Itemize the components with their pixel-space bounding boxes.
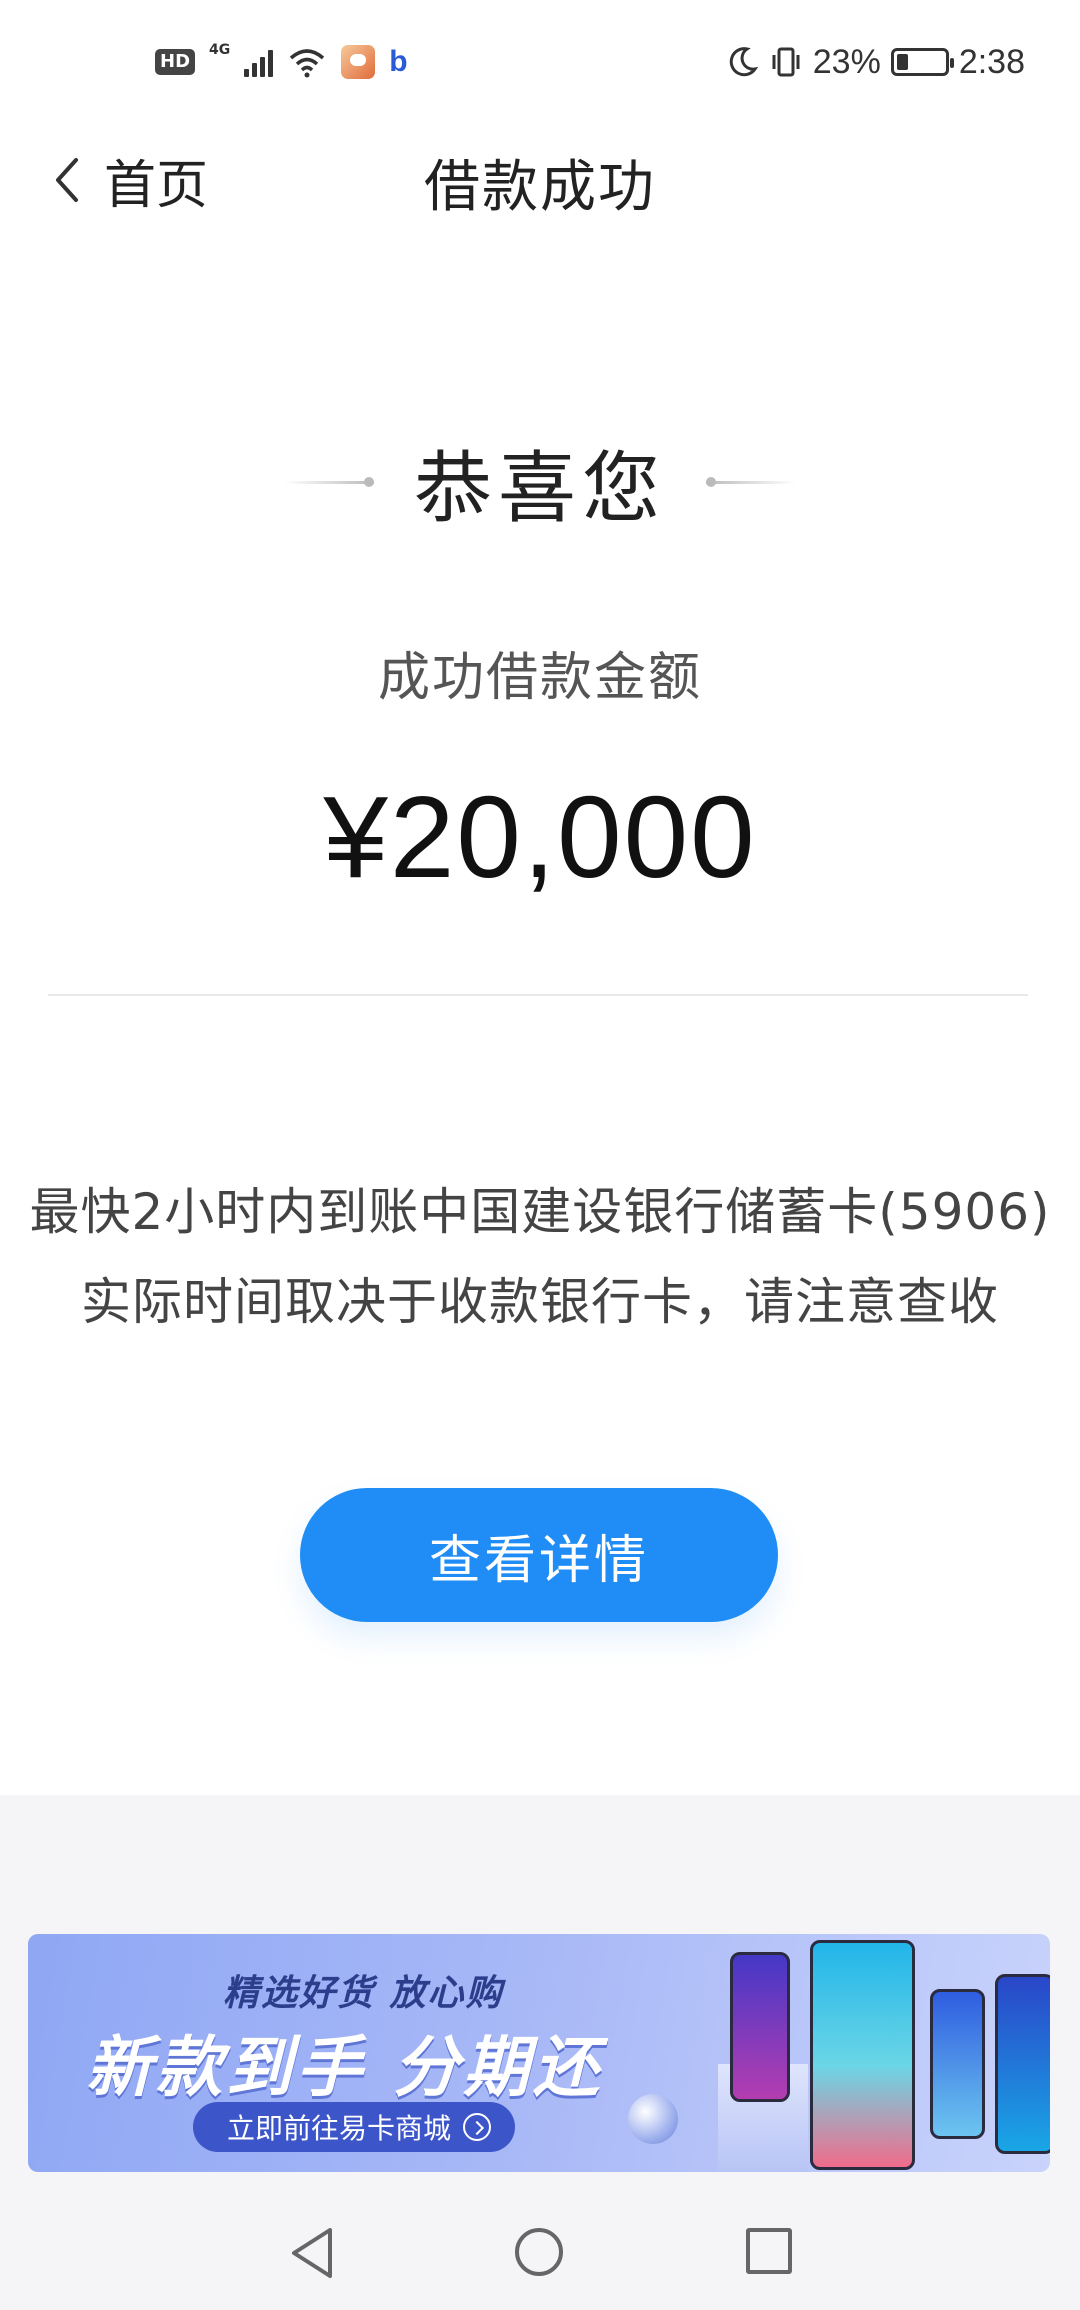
nav-home-icon[interactable] bbox=[515, 2228, 563, 2276]
decorative-line-right bbox=[706, 476, 796, 487]
nav-recents-icon[interactable] bbox=[746, 2228, 792, 2274]
amount-label: 成功借款金额 bbox=[377, 648, 702, 708]
top-nav-bar: 首页 借款成功 bbox=[0, 120, 1080, 240]
network-type: 4G bbox=[209, 42, 231, 58]
status-bar: HD 4G b 23% 2:38 bbox=[0, 0, 1080, 120]
status-left-icons: HD 4G b bbox=[155, 40, 408, 84]
app-notification-icon bbox=[341, 45, 376, 79]
loan-amount: ¥20,000 bbox=[323, 772, 757, 902]
phone-image bbox=[730, 1952, 790, 2102]
phone-image bbox=[930, 1989, 985, 2139]
phones-image bbox=[730, 1934, 1050, 2172]
vibrate-icon bbox=[772, 47, 800, 77]
baidu-icon: b bbox=[389, 45, 408, 78]
banner-cta-label: 立即前往易卡商城 bbox=[227, 2112, 452, 2145]
phone-image bbox=[810, 1940, 915, 2170]
system-nav-bar bbox=[0, 2200, 1080, 2310]
battery-percent: 23% bbox=[812, 42, 881, 81]
decorative-line-left bbox=[283, 476, 374, 487]
battery-icon bbox=[890, 48, 954, 76]
phone-image bbox=[995, 1974, 1050, 2154]
banner-tagline: 精选好货 放心购 bbox=[223, 1973, 504, 2014]
page-title: 借款成功 bbox=[424, 155, 656, 220]
congrats-heading: 恭喜您 bbox=[0, 432, 1080, 534]
arrival-info: 最快2小时内到账中国建设银行储蓄卡(5906) bbox=[29, 1183, 1051, 1241]
moon-icon bbox=[729, 47, 758, 77]
decorative-orb bbox=[628, 2094, 678, 2144]
status-right-icons: 23% 2:38 bbox=[725, 40, 1025, 84]
wifi-icon bbox=[290, 49, 325, 78]
view-details-button[interactable]: 查看详情 bbox=[300, 1488, 778, 1622]
banner-headline: 新款到手 分期还 bbox=[86, 2029, 603, 2106]
arrow-right-circle-icon bbox=[463, 2113, 492, 2141]
signal-icon bbox=[244, 47, 274, 77]
divider bbox=[48, 994, 1028, 996]
hd-icon: HD bbox=[155, 49, 196, 75]
nav-back-icon[interactable] bbox=[288, 2226, 338, 2280]
congrats-text: 恭喜您 bbox=[413, 444, 666, 534]
clock: 2:38 bbox=[958, 42, 1025, 81]
arrival-note: 实际时间取决于收款银行卡，请注意查收 bbox=[81, 1273, 999, 1331]
promo-banner[interactable]: 精选好货 放心购 新款到手 分期还 立即前往易卡商城 bbox=[28, 1934, 1050, 2172]
banner-cta-button[interactable]: 立即前往易卡商城 bbox=[193, 2102, 516, 2152]
